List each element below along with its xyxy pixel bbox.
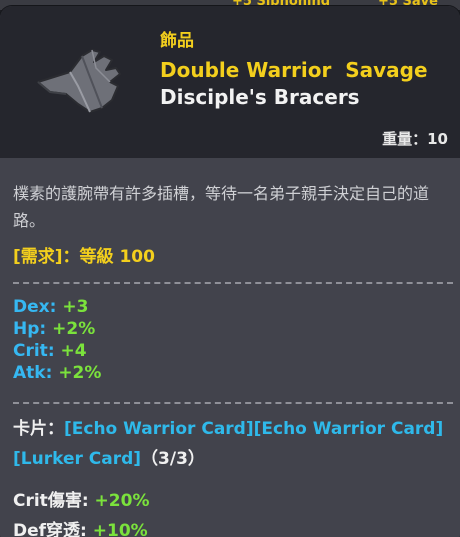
stat-value: +2%	[52, 319, 96, 339]
bonus-key: Def穿透:	[13, 521, 87, 537]
item-name: Double Warrior Savage	[160, 58, 428, 82]
tooltip-header: 飾品 Double Warrior Savage Disciple's Brac…	[0, 6, 460, 158]
card-slots: 卡片：[Echo Warrior Card][Echo Warrior Card…	[13, 414, 453, 474]
bonus-line: Def穿透: +10%	[13, 516, 148, 537]
card-slot: [Echo Warrior Card]	[64, 419, 254, 439]
stat-key: Crit:	[13, 341, 55, 361]
stat-line: Dex: +3	[13, 297, 88, 317]
stat-key: Hp:	[13, 319, 47, 339]
stat-value: +4	[60, 341, 87, 361]
card-slot: [Lurker Card]	[13, 449, 142, 469]
stat-value: +3	[62, 297, 89, 317]
screen: +5 Siphoning +5 Savé 飾品 Double Warrior S…	[0, 0, 460, 537]
weight-label: 重量：	[382, 130, 428, 148]
card-slot: [Echo Warrior Card]	[253, 419, 444, 439]
card-count: （3/3）	[141, 449, 205, 469]
item-description: 樸素的護腕帶有許多插槽，等待一名弟子親手決定自己的道路。	[13, 184, 430, 230]
divider	[13, 282, 453, 284]
item-subname: Disciple's Bracers	[160, 85, 360, 109]
stat-line: Atk: +2%	[13, 363, 101, 383]
tooltip-body: 樸素的護腕帶有許多插槽，等待一名弟子親手決定自己的道路。 [需求]：等級 100…	[0, 158, 460, 537]
item-weight: 重量：10	[382, 128, 448, 149]
stat-line: Crit: +4	[13, 341, 87, 361]
stat-key: Dex:	[13, 297, 57, 317]
weight-value: 10	[427, 130, 448, 148]
item-tooltip: 飾品 Double Warrior Savage Disciple's Brac…	[0, 6, 460, 537]
cards-label: 卡片：	[13, 419, 64, 439]
divider	[13, 402, 453, 404]
stat-key: Atk:	[13, 363, 53, 383]
bonus-line: Crit傷害: +20%	[13, 486, 149, 511]
bracer-icon	[30, 42, 130, 122]
bonus-key: Crit傷害:	[13, 491, 89, 511]
bonus-value: +10%	[92, 521, 148, 537]
item-category: 飾品	[160, 31, 194, 51]
item-requirement: [需求]：等級 100	[13, 247, 155, 267]
stat-value: +2%	[58, 363, 102, 383]
stat-line: Hp: +2%	[13, 319, 95, 339]
bonus-value: +20%	[94, 491, 150, 511]
